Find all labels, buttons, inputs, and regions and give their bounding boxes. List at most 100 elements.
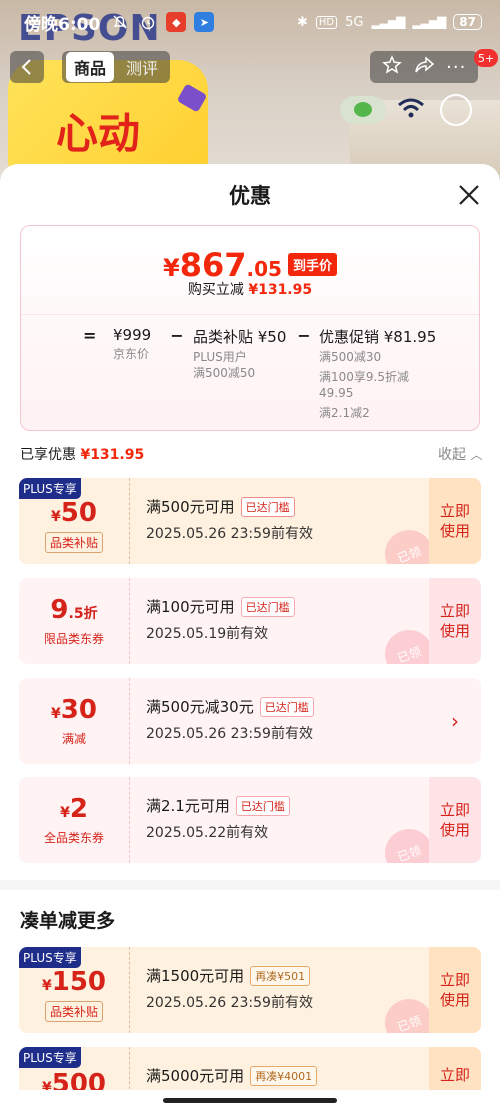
- currency-symbol: ¥: [163, 254, 180, 282]
- use-now-button[interactable]: 立即使用: [429, 578, 481, 664]
- signal-icon: ▂▃▅▇: [371, 15, 405, 29]
- alarm-icon: [138, 12, 158, 32]
- hd-icon: HD: [315, 15, 338, 29]
- coupon-amount: 30: [60, 694, 97, 725]
- status-time: 傍晚6:00: [24, 14, 101, 35]
- price-summary-card: ¥ 867 .05 到手价 购买立减 ¥131.95 = ¥999 京东价 − …: [20, 225, 480, 431]
- coupon-info: 满100元可用 已达门槛 2025.05.19前有效 已领: [130, 578, 429, 664]
- coupon-amount: 2: [69, 793, 88, 824]
- equals-sign: =: [83, 326, 97, 345]
- coupon-value: PLUS专享 ¥ 150 品类补贴: [19, 947, 130, 1033]
- coupon-value: ¥ 30 满减: [19, 678, 130, 764]
- promotion: 优惠促销 ¥81.95 满500减30 满100享9.5折减49.95 满2.1…: [319, 326, 436, 422]
- jd-price: ¥999 京东价: [113, 326, 161, 362]
- use-now-button[interactable]: 立即使用: [429, 947, 481, 1033]
- category-subsidy: 品类补贴 ¥50 PLUS用户 满500减50: [193, 326, 289, 381]
- threshold-tag: 已达门槛: [259, 696, 314, 717]
- coupon-amount-unit: .5折: [68, 605, 98, 622]
- coupon-type: 品类补贴: [44, 531, 103, 553]
- enjoyed-value: ¥131.95: [80, 447, 145, 463]
- product-accessory: [440, 94, 472, 126]
- price-decimal: .05: [246, 257, 282, 281]
- nav-actions: ···: [370, 51, 478, 83]
- collapse-label: 收起: [438, 447, 466, 463]
- more-deals-title: 凑单减更多: [20, 910, 116, 932]
- chevron-right-icon[interactable]: ›: [429, 678, 481, 764]
- close-button[interactable]: [456, 182, 482, 208]
- share-icon[interactable]: [413, 55, 435, 79]
- use-now-button[interactable]: 立即使用: [429, 478, 481, 564]
- notification-muted-icon: [110, 12, 130, 32]
- instant-discount-value: ¥131.95: [248, 282, 313, 298]
- promotion-rule: 满500减30: [319, 350, 382, 364]
- coupon-expiry: 2025.05.26 23:59前有效: [146, 526, 313, 542]
- coupon-type: 全品类东券: [43, 830, 104, 845]
- coupon-info: 满2.1元可用 已达门槛 2025.05.22前有效 已领: [130, 777, 429, 863]
- plus-badge: PLUS专享: [19, 1047, 81, 1068]
- coupon-card[interactable]: ¥ 30 满减 满500元减30元 已达门槛 2025.05.26 23:59前…: [19, 678, 481, 764]
- coupon-condition: 满2.1元可用: [146, 797, 230, 815]
- minus-sign: −: [170, 326, 184, 345]
- home-indicator[interactable]: [0, 1090, 500, 1111]
- coupon-card[interactable]: PLUS专享 ¥ 50 品类补贴 满500元可用 已达门槛 2025.05.26…: [19, 478, 481, 564]
- jd-price-label: 京东价: [113, 347, 150, 361]
- message-count-badge: 5+: [474, 49, 499, 67]
- promotion-rule: 满2.1减2: [319, 406, 370, 421]
- chevron-left-icon: [21, 59, 31, 75]
- sheet-title: 优惠: [229, 184, 271, 208]
- currency-symbol: ¥: [41, 977, 52, 994]
- signal-icon-2: ▂▃▅▇: [412, 15, 446, 29]
- battery-icon: 87: [453, 14, 482, 30]
- remaining-amount-tag: 再凑¥501: [250, 965, 311, 986]
- coupon-expiry: 2025.05.22前有效: [146, 825, 269, 841]
- currency-symbol: ¥: [51, 508, 61, 525]
- coupon-info: 满500元可用 已达门槛 2025.05.26 23:59前有效 已领: [130, 478, 429, 564]
- section-divider: [0, 880, 500, 890]
- chevron-up-icon: ︿: [470, 448, 483, 462]
- coupon-value: PLUS专享 ¥ 50 品类补贴: [19, 478, 130, 564]
- tab-review[interactable]: 测评: [118, 52, 166, 82]
- remaining-amount-tag: 再凑¥4001: [250, 1065, 318, 1086]
- back-button[interactable]: [10, 51, 44, 83]
- coupon-card[interactable]: 9 .5折 限品类东券 满100元可用 已达门槛 2025.05.19前有效 已…: [19, 578, 481, 664]
- coupon-type: 品类补贴: [44, 1000, 103, 1022]
- favorite-star-icon[interactable]: [381, 55, 402, 79]
- coupon-info: 满500元减30元 已达门槛 2025.05.26 23:59前有效: [130, 678, 429, 764]
- more-icon[interactable]: ···: [446, 57, 466, 78]
- jd-price-value: ¥999: [113, 326, 152, 344]
- discount-sheet: 优惠 ¥ 867 .05 到手价 购买立减 ¥131.95 = ¥999 京东价…: [0, 164, 500, 1111]
- subsidy-value: 品类补贴 ¥50: [193, 328, 287, 346]
- network-type: 5G: [345, 14, 364, 30]
- use-now-button[interactable]: 立即使用: [429, 777, 481, 863]
- currency-symbol: ¥: [51, 705, 61, 722]
- collapse-button[interactable]: 收起 ︿: [438, 444, 482, 464]
- wifi-icon: [396, 94, 426, 127]
- wechat-icon: [340, 96, 386, 124]
- currency-symbol: ¥: [60, 804, 70, 821]
- coupon-condition: 满100元可用: [146, 598, 235, 616]
- app-notification-icon: ◆: [166, 12, 187, 32]
- coupon-card[interactable]: PLUS专享 ¥ 150 品类补贴 满1500元可用 再凑¥501 2025.0…: [19, 947, 481, 1033]
- tab-product[interactable]: 商品: [66, 52, 115, 82]
- subsidy-note: PLUS用户: [193, 350, 247, 364]
- coupon-type: 满减: [61, 731, 86, 746]
- coupon-condition: 满5000元可用: [146, 1067, 245, 1085]
- coupon-condition: 满500元减30元: [146, 698, 254, 716]
- page-tabs: 商品 测评: [62, 51, 171, 83]
- coupon-condition: 满500元可用: [146, 498, 235, 516]
- coupon-expiry: 2025.05.26 23:59前有效: [146, 995, 313, 1011]
- enjoyed-label: 已享优惠: [20, 447, 76, 463]
- price-breakdown: = ¥999 京东价 − 品类补贴 ¥50 PLUS用户 满500减50 − 优…: [83, 326, 436, 422]
- minus-sign: −: [297, 326, 311, 345]
- enjoyed-discount: 已享优惠 ¥131.95: [20, 444, 144, 464]
- promotion-rule: 满100享9.5折减49.95: [319, 370, 409, 400]
- coupon-info: 满1500元可用 再凑¥501 2025.05.26 23:59前有效 已领: [130, 947, 429, 1033]
- coupon-expiry: 2025.05.19前有效: [146, 626, 269, 642]
- coupon-amount: 50: [60, 497, 97, 528]
- bluetooth-icon: ✱: [296, 14, 308, 30]
- plus-badge: PLUS专享: [19, 947, 81, 968]
- coupon-card[interactable]: ¥ 2 全品类东券 满2.1元可用 已达门槛 2025.05.22前有效 已领 …: [19, 777, 481, 863]
- coupon-value: 9 .5折 限品类东券: [19, 578, 130, 664]
- close-icon: [459, 185, 479, 205]
- coupon-condition: 满1500元可用: [146, 967, 245, 985]
